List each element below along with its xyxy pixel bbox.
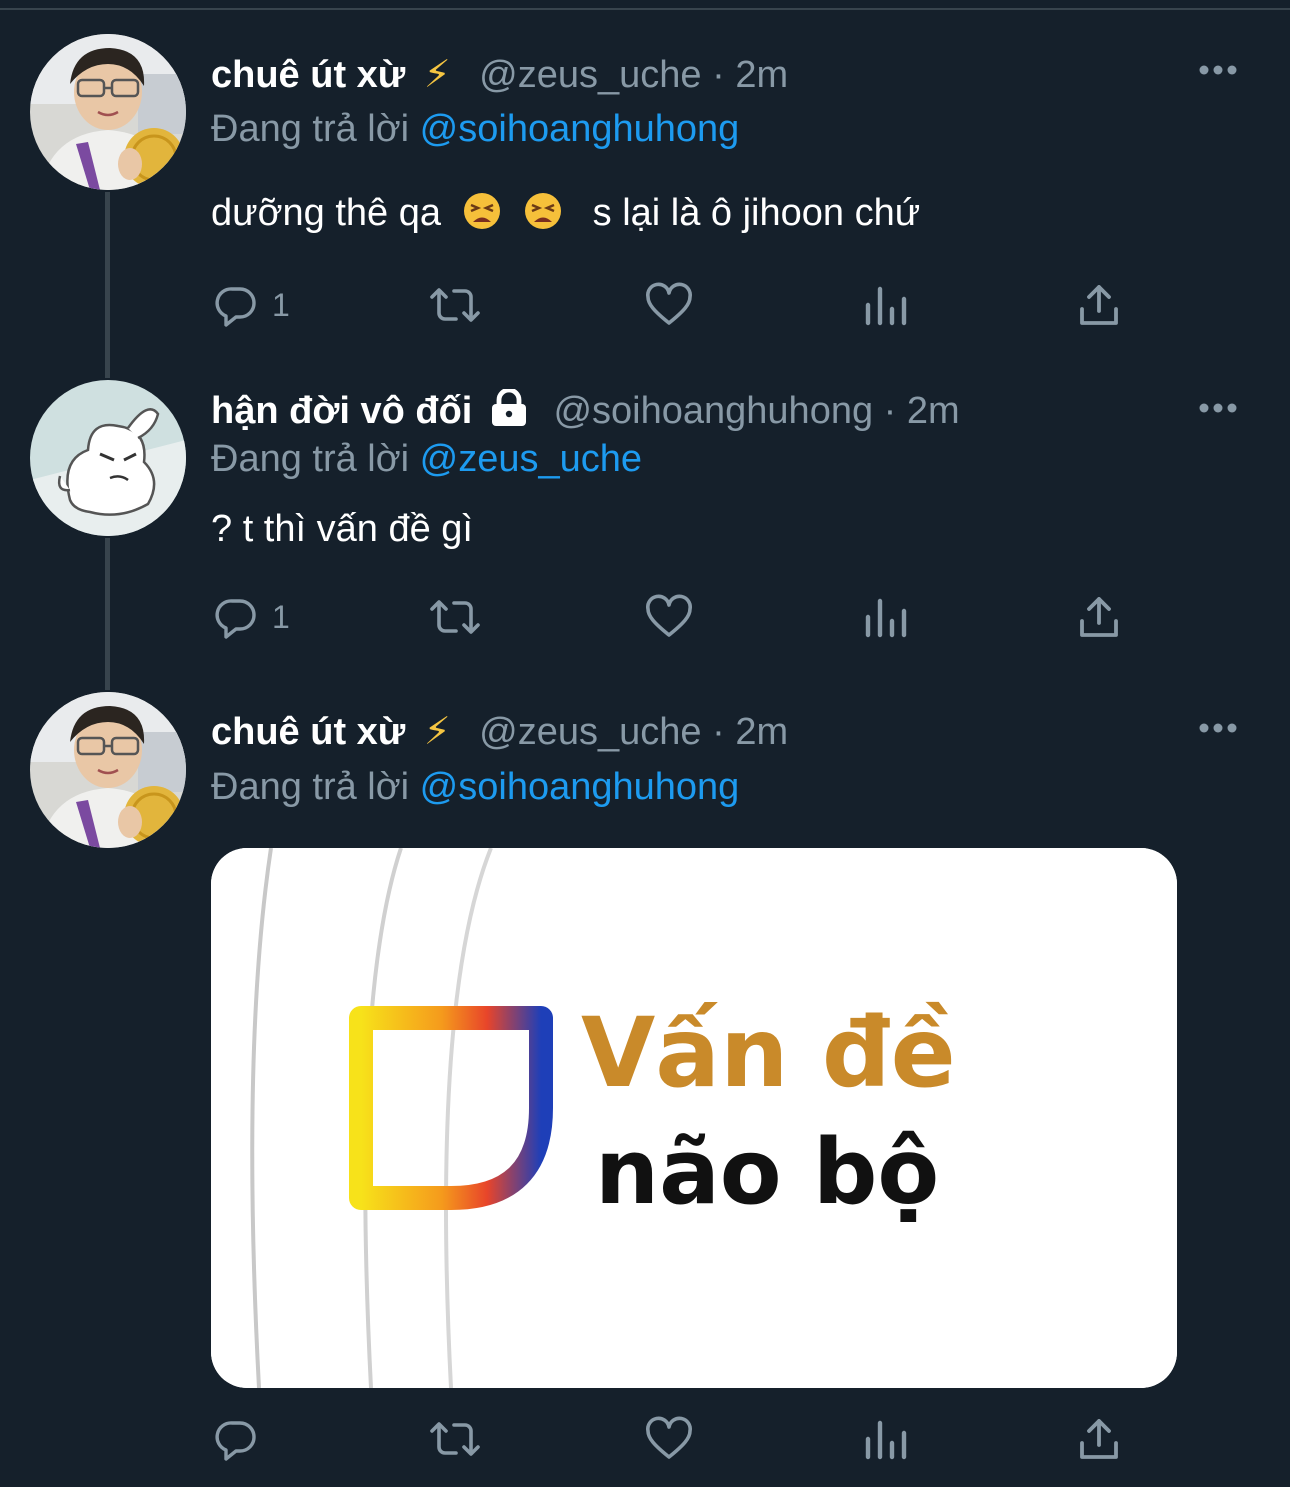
replying-label: Đang trả lời [211,766,410,808]
handle[interactable]: @soihoanghuhong [553,390,873,432]
tweet[interactable]: hận đời vô đối @soihoanghuhong · 2m Đang… [0,360,1290,680]
reply-button[interactable]: 1 [212,280,290,330]
analytics-icon [865,598,907,638]
replying-to: Đang trả lời @zeus_uche [211,436,642,482]
reply-count: 1 [272,598,290,635]
profile-photo [30,380,186,536]
mention-link[interactable]: @zeus_uche [420,438,642,480]
tweet[interactable]: chuê út xừ ⚡ @zeus_uche · 2m Đang trả lờ… [0,680,1290,1487]
like-icon [646,1416,692,1459]
more-icon[interactable] [1198,722,1238,734]
avatar[interactable] [30,692,186,848]
share-button[interactable] [1076,1414,1122,1464]
tweet-header: hận đời vô đối @soihoanghuhong · 2m [211,387,960,434]
mention-link[interactable]: @soihoanghuhong [420,766,740,808]
reply-button[interactable]: 1 [212,592,290,642]
analytics-button[interactable] [862,592,908,642]
timestamp[interactable]: 2m [735,711,788,753]
reply-icon [215,287,256,327]
tweet[interactable]: chuê út xừ ⚡ @zeus_uche · 2m Đang trả lờ… [0,0,1290,360]
analytics-icon [865,286,907,326]
tweet-actions: 1 [0,280,1290,330]
like-button[interactable] [644,280,694,330]
retweet-icon [430,1422,480,1456]
reply-count: 1 [272,286,290,323]
profile-photo [30,692,186,848]
retweet-icon [430,600,480,634]
replying-label: Đang trả lời [211,108,410,150]
analytics-icon [865,1420,907,1460]
meme-line-1: Vấn đề [581,997,956,1109]
like-button[interactable] [644,1414,694,1464]
tweet-actions [0,1414,1290,1464]
like-icon [646,594,692,637]
meme-line-2: não bộ [595,1120,940,1225]
replying-to: Đang trả lời @soihoanghuhong [211,106,739,152]
like-button[interactable] [644,592,694,642]
tired-face-icon [463,193,500,229]
display-name[interactable]: chuê út xừ [211,711,405,753]
share-icon [1080,1419,1118,1459]
avatar[interactable] [30,380,186,536]
media-image[interactable]: Vấn đề não bộ [211,848,1177,1388]
separator: · [712,54,725,96]
tired-face-icon [525,193,562,229]
tweet-text-part: s lại là ô jihoon chứ [592,192,921,234]
avatar[interactable] [30,34,186,190]
share-button[interactable] [1076,592,1122,642]
separator: · [883,390,897,432]
display-name[interactable]: chuê út xừ [211,54,405,96]
analytics-button[interactable] [862,1414,908,1464]
share-icon [1080,285,1118,325]
replying-label: Đang trả lời [211,438,410,480]
retweet-button[interactable] [428,280,482,330]
tweet-text-part: dưỡng thê qa [211,192,441,234]
profile-photo [30,34,186,190]
lightning-icon: ⚡ [423,54,451,96]
tweet-text: ? t thì vấn đề gì [211,508,473,550]
replying-to: Đang trả lời @soihoanghuhong [211,764,739,810]
separator: · [712,711,725,753]
tweet-text: dưỡng thê qa s lại là ô jihoon chứ [211,190,920,236]
timestamp[interactable]: 2m [907,390,960,432]
reply-button[interactable] [212,1414,272,1464]
lightning-icon: ⚡ [423,711,451,753]
analytics-button[interactable] [862,280,908,330]
reply-icon [215,1421,256,1461]
retweet-button[interactable] [428,592,482,642]
more-icon[interactable] [1198,64,1238,76]
lock-icon [491,387,526,426]
reply-icon [215,599,256,639]
tweet-header: chuê út xừ ⚡ @zeus_uche · 2m [211,709,788,755]
handle[interactable]: @zeus_uche [479,54,701,96]
share-button[interactable] [1076,280,1122,330]
retweet-icon [430,288,480,322]
retweet-button[interactable] [428,1414,482,1464]
mention-link[interactable]: @soihoanghuhong [420,108,740,150]
share-icon [1080,597,1118,637]
like-icon [646,282,692,325]
display-name[interactable]: hận đời vô đối [211,390,472,432]
more-icon[interactable] [1198,402,1238,414]
meme-caption: Vấn đề não bộ [581,998,956,1238]
handle[interactable]: @zeus_uche [479,711,701,753]
tweet-header: chuê út xừ ⚡ @zeus_uche · 2m [211,52,788,98]
tweet-actions: 1 [0,592,1290,642]
timestamp[interactable]: 2m [735,54,788,96]
